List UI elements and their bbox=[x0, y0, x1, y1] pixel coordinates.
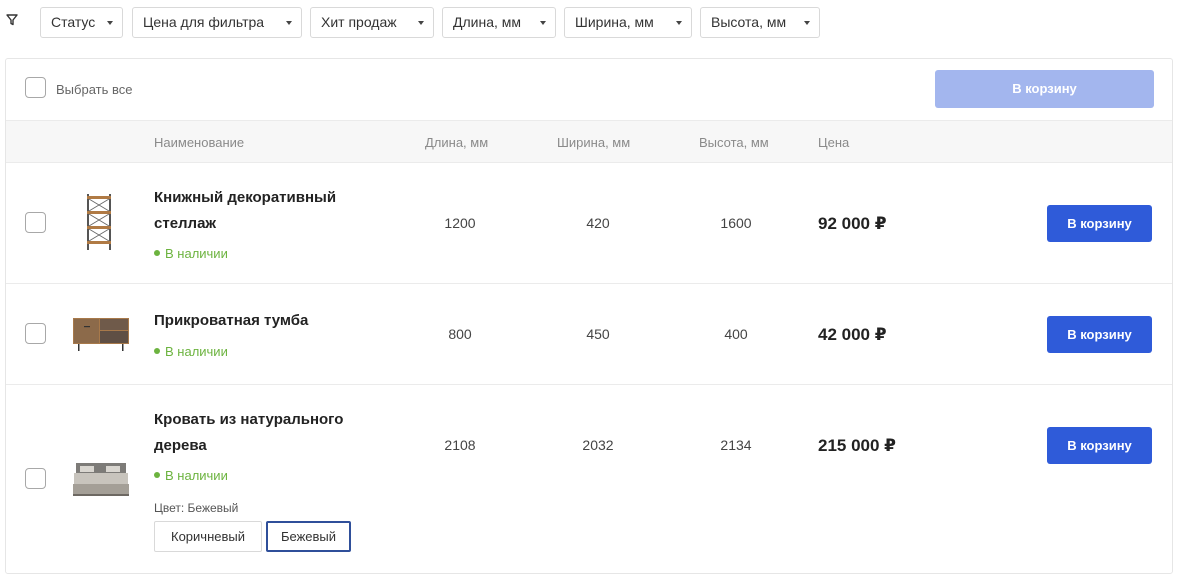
caret-down-icon bbox=[418, 21, 424, 25]
add-to-cart-button[interactable]: В корзину bbox=[1047, 427, 1152, 464]
height-value: 400 bbox=[724, 326, 748, 342]
caret-down-icon bbox=[676, 21, 682, 25]
stock-status: В наличии bbox=[154, 344, 228, 359]
color-label: Цвет: Бежевый bbox=[154, 501, 239, 515]
table-row: Кровать из натурального дерева В наличии… bbox=[6, 385, 1172, 574]
width-value: 2032 bbox=[582, 437, 614, 453]
stock-status-text: В наличии bbox=[165, 246, 228, 261]
add-all-to-cart-button[interactable]: В корзину bbox=[935, 70, 1154, 108]
width-value: 420 bbox=[586, 215, 610, 231]
column-width: Ширина, мм bbox=[557, 135, 631, 150]
table-row: Прикроватная тумба В наличии 800 450 400… bbox=[6, 284, 1172, 385]
column-price: Цена bbox=[818, 135, 850, 150]
table-header: Наименование Длина, мм Ширина, мм Высота… bbox=[6, 120, 1172, 163]
filter-width[interactable]: Ширина, мм bbox=[564, 7, 692, 38]
length-value: 800 bbox=[448, 326, 472, 342]
row-checkbox[interactable] bbox=[25, 323, 46, 344]
add-to-cart-button[interactable]: В корзину bbox=[1047, 316, 1152, 353]
length-value: 2108 bbox=[444, 437, 476, 453]
filter-bestseller[interactable]: Хит продаж bbox=[310, 7, 434, 38]
price: 42 000 ₽ bbox=[818, 325, 887, 344]
filter-bar: Статус Цена для фильтра Хит продаж Длина… bbox=[0, 7, 1178, 38]
bed-image bbox=[73, 463, 129, 496]
select-all-row: Выбрать все В корзину bbox=[6, 59, 1172, 120]
filter-status-label: Статус bbox=[51, 14, 96, 30]
filter-height[interactable]: Высота, мм bbox=[700, 7, 820, 38]
price: 92 000 ₽ bbox=[818, 214, 887, 233]
stock-status: В наличии bbox=[154, 246, 228, 261]
height-value: 1600 bbox=[720, 215, 752, 231]
width-value: 450 bbox=[586, 326, 610, 342]
product-table: Выбрать все В корзину Наименование Длина… bbox=[5, 58, 1173, 574]
stock-status: В наличии bbox=[154, 468, 228, 483]
filter-bestseller-label: Хит продаж bbox=[321, 14, 397, 30]
caret-down-icon bbox=[107, 21, 113, 25]
length-value: 1200 bbox=[444, 215, 476, 231]
filter-width-label: Ширина, мм bbox=[575, 14, 654, 30]
product-name[interactable]: Книжный декоративный стеллаж bbox=[154, 185, 374, 237]
select-all-label: Выбрать все bbox=[56, 82, 133, 97]
color-option-brown[interactable]: Коричневый bbox=[154, 521, 262, 552]
price: 215 000 ₽ bbox=[818, 436, 897, 455]
in-stock-dot-icon bbox=[154, 472, 160, 478]
product-name[interactable]: Кровать из натурального дерева bbox=[154, 407, 374, 459]
column-height: Высота, мм bbox=[699, 135, 769, 150]
caret-down-icon bbox=[804, 21, 810, 25]
caret-down-icon bbox=[540, 21, 546, 25]
filter-length[interactable]: Длина, мм bbox=[442, 7, 556, 38]
filter-length-label: Длина, мм bbox=[453, 14, 522, 30]
filter-height-label: Высота, мм bbox=[711, 14, 787, 30]
select-all-checkbox[interactable] bbox=[25, 77, 46, 98]
color-option-beige[interactable]: Бежевый bbox=[266, 521, 351, 552]
filter-icon[interactable] bbox=[6, 14, 18, 26]
filter-price[interactable]: Цена для фильтра bbox=[132, 7, 302, 38]
row-checkbox[interactable] bbox=[25, 212, 46, 233]
column-name: Наименование bbox=[154, 135, 245, 150]
height-value: 2134 bbox=[720, 437, 752, 453]
row-checkbox[interactable] bbox=[25, 468, 46, 489]
in-stock-dot-icon bbox=[154, 348, 160, 354]
table-row: Книжный декоративный стеллаж В наличии 1… bbox=[6, 163, 1172, 284]
caret-down-icon bbox=[286, 21, 292, 25]
stock-status-text: В наличии bbox=[165, 468, 228, 483]
in-stock-dot-icon bbox=[154, 250, 160, 256]
nightstand-image bbox=[73, 318, 129, 351]
add-to-cart-button[interactable]: В корзину bbox=[1047, 205, 1152, 242]
column-length: Длина, мм bbox=[425, 135, 489, 150]
stock-status-text: В наличии bbox=[165, 344, 228, 359]
product-name[interactable]: Прикроватная тумба bbox=[154, 308, 374, 334]
filter-status[interactable]: Статус bbox=[40, 7, 123, 38]
filter-price-label: Цена для фильтра bbox=[143, 14, 265, 30]
bookshelf-image bbox=[87, 194, 111, 250]
